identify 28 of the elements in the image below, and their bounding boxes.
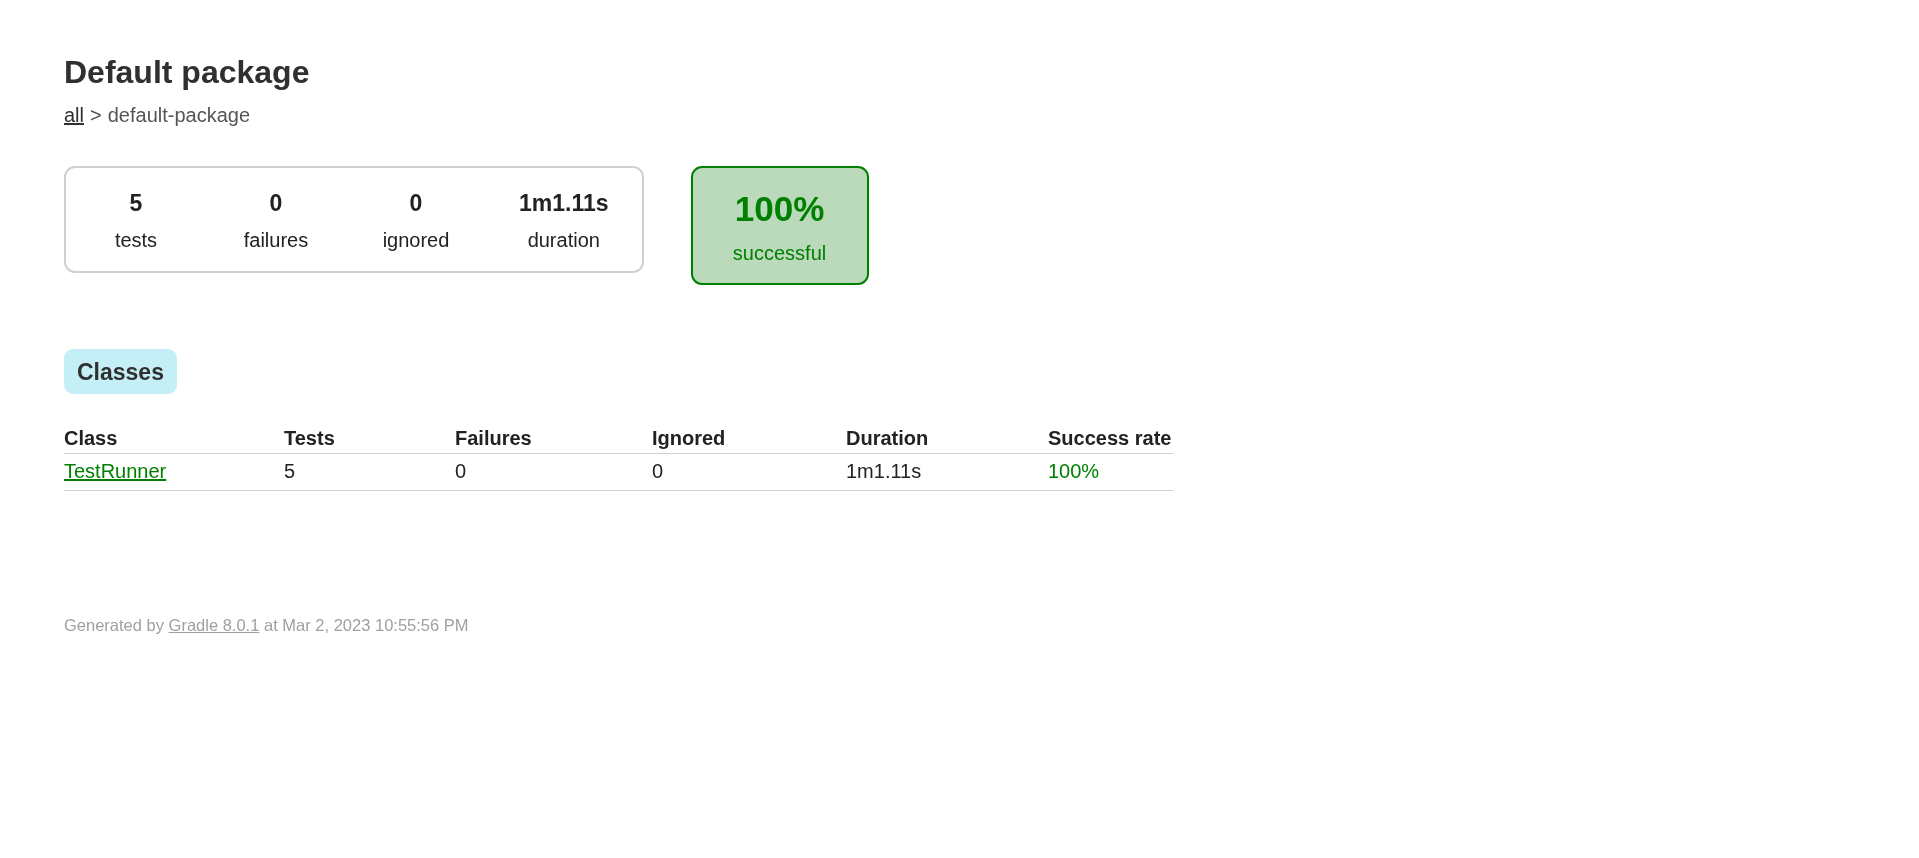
breadcrumb-separator: > [90,103,102,127]
column-header: Success rate [1048,426,1172,449]
success-label: successful [732,241,827,265]
footer-text: Generated by Gradle 8.0.1 at Mar 2, 2023 10:55:56 PM [64,615,469,635]
column-header: Failures [455,426,532,449]
counter-label: tests [114,228,158,252]
breadcrumb-current: default-package [107,103,251,127]
counter-label: duration [527,228,600,252]
column-header: Class [64,426,118,449]
page-title: Default package [64,54,310,90]
counter-label: failures [243,228,309,252]
table-cell: 100% [1048,460,1100,482]
table-cell: 0 [652,460,664,482]
column-header: Duration [846,426,929,449]
table-cell: 5 [284,460,296,482]
counter-value: 5 [129,189,143,217]
table-cell: 0 [455,460,467,482]
counter-label: ignored [382,228,450,252]
column-header: Ignored [652,426,726,449]
counter-value: 0 [269,189,283,217]
success-percentage: 100% [734,189,825,229]
counter-value: 0 [409,189,423,217]
column-header: Tests [284,426,335,449]
counter-value: 1m1.11s [519,189,609,217]
breadcrumb-link[interactable]: all [64,103,84,127]
class-link[interactable]: TestRunner [64,460,167,482]
table-cell: 1m1.11s [846,460,922,482]
classes-tab[interactable]: Classes [64,349,177,394]
